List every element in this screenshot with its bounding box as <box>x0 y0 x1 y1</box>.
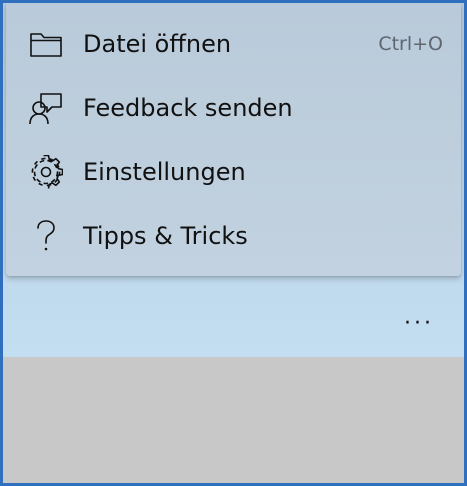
menu-item-settings[interactable]: Einstellungen <box>6 140 461 204</box>
menu-item-label: Tipps & Tricks <box>83 222 248 250</box>
menu-item-label: Datei öffnen <box>83 30 232 58</box>
lower-pane <box>3 357 464 483</box>
feedback-icon <box>28 90 64 126</box>
more-options-button[interactable]: ··· <box>396 307 442 339</box>
menu-item-tips[interactable]: Tipps & Tricks <box>6 204 461 268</box>
menu-item-label: Einstellungen <box>83 158 246 186</box>
folder-icon <box>28 26 64 62</box>
context-menu: Datei öffnen Ctrl+O Feedback senden Eins… <box>6 3 461 276</box>
menu-item-open-file[interactable]: Datei öffnen Ctrl+O <box>6 12 461 76</box>
menu-item-feedback[interactable]: Feedback senden <box>6 76 461 140</box>
menu-item-label: Feedback senden <box>83 94 293 122</box>
gear-icon <box>28 154 64 190</box>
app-window: ··· Datei öffnen Ctrl+O Feedback senden <box>0 0 467 486</box>
keyboard-shortcut: Ctrl+O <box>378 33 443 55</box>
help-icon <box>28 218 64 254</box>
